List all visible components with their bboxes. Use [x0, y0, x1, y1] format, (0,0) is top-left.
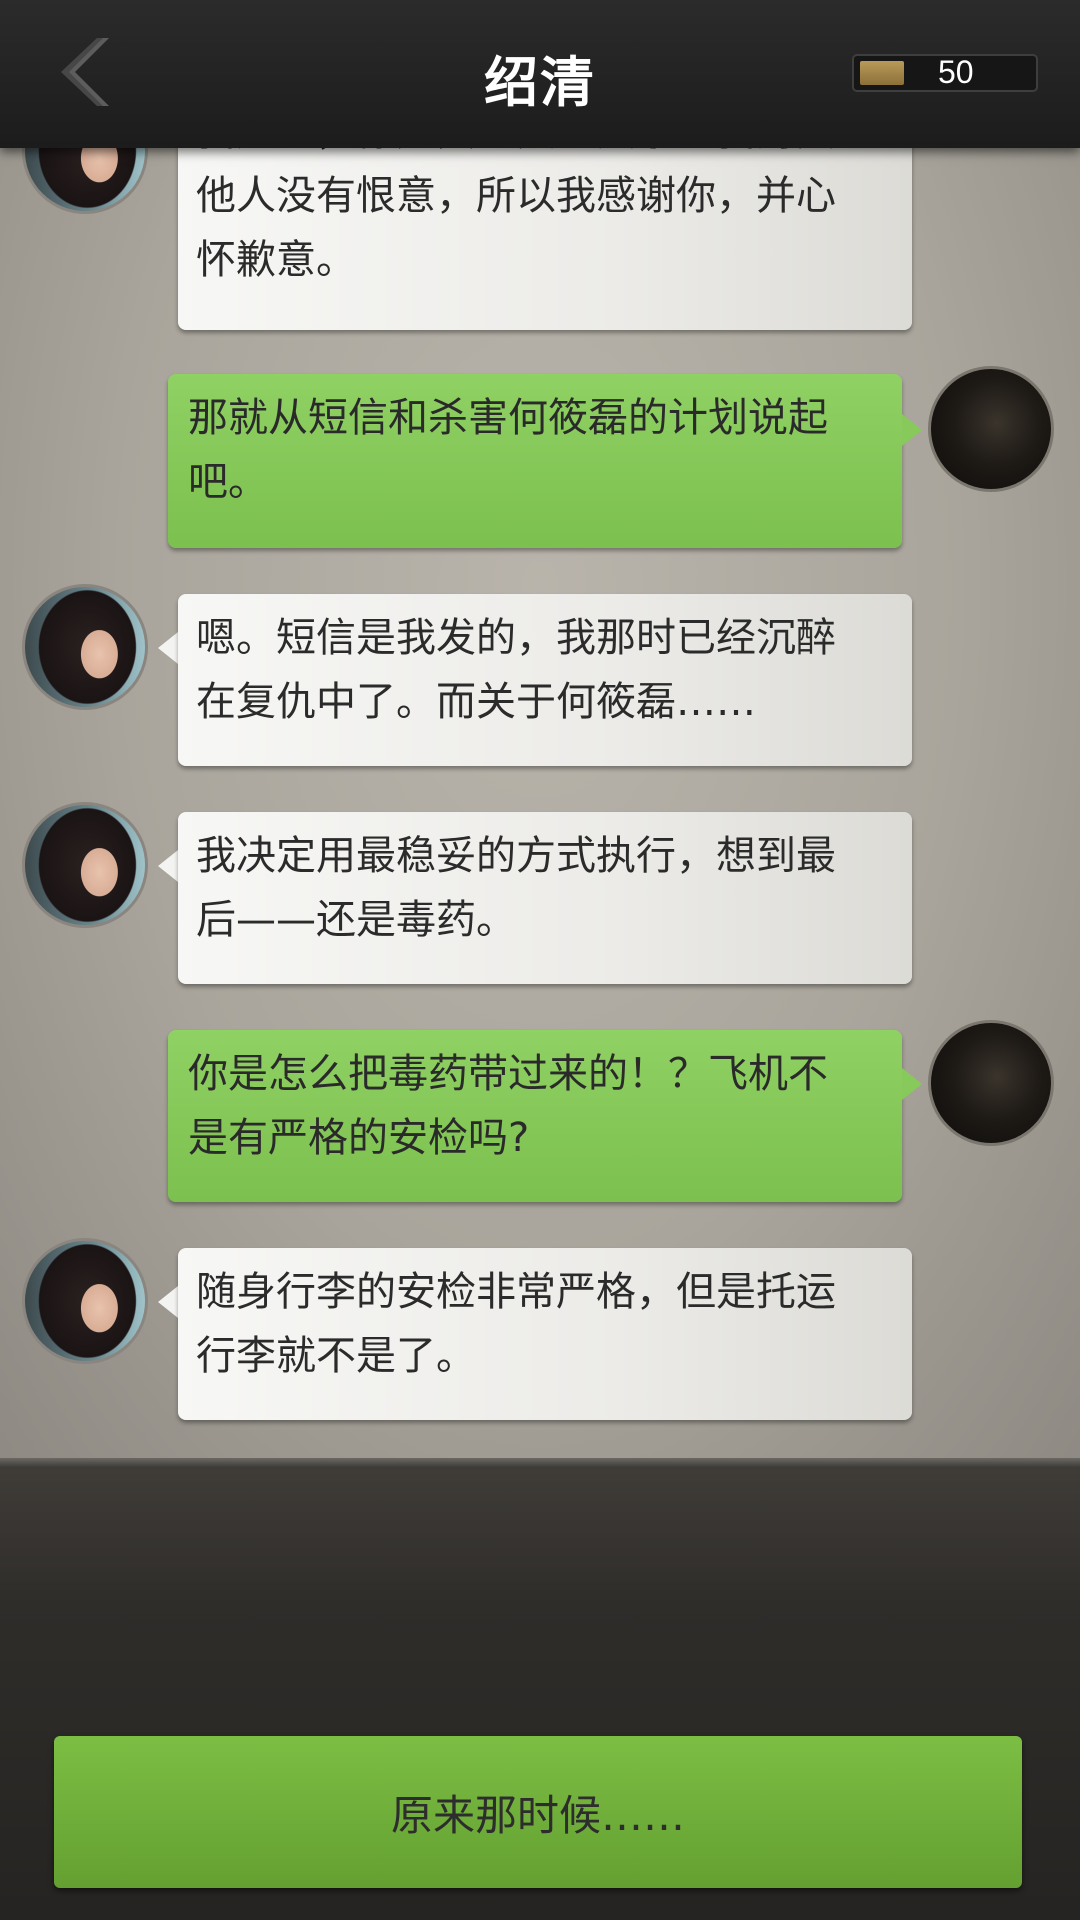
message-line: 我决定用最稳妥的方式执行，想到最 [196, 833, 836, 879]
coin-counter: 50 [852, 54, 1038, 92]
reply-option-button[interactable]: 原来那时候…… [54, 1736, 1022, 1888]
message-line: 后——还是毒药。 [196, 897, 516, 943]
message-line: 嗯。短信是我发的，我那时已经沉醉 [196, 615, 836, 661]
message-line: 那就从短信和杀害何筱磊的计划说起 [188, 395, 828, 441]
message-bubble: 我决定用最稳妥的方式执行，想到最 后——还是毒药。 [178, 812, 912, 984]
bubble-tail [158, 850, 178, 882]
bubble-tail [902, 1068, 922, 1100]
message-line: 随身行李的安检非常严格，但是托运 [196, 1269, 836, 1315]
message-line: 你是怎么把毒药带过来的！？飞机不 [188, 1051, 828, 1097]
coin-count: 50 [938, 54, 974, 90]
message-bubble: 你是怎么把毒药带过来的！？飞机不 是有严格的安检吗? [168, 1030, 902, 1202]
avatar-shaoqing[interactable] [22, 802, 148, 928]
avatar-player[interactable] [928, 366, 1054, 492]
bubble-tail [158, 1286, 178, 1318]
message-line: 吧。 [188, 459, 268, 505]
coin-icon [860, 61, 904, 85]
header-bar: 绍清 50 [0, 0, 1080, 148]
message-bubble: 嗯。短信是我发的，我那时已经沉醉 在复仇中了。而关于何筱磊…… [178, 594, 912, 766]
message-line: 是有严格的安检吗? [188, 1115, 530, 1161]
message-line: 在复仇中了。而关于何筱磊…… [196, 679, 756, 725]
bubble-tail [158, 632, 178, 664]
message-line: 行李就不是了。 [196, 1333, 476, 1379]
avatar-player[interactable] [928, 1020, 1054, 1146]
bubble-tail [902, 414, 922, 446]
avatar-shaoqing[interactable] [22, 1238, 148, 1364]
avatar-shaoqing[interactable] [22, 584, 148, 710]
chat-area: 我知道，你是真的关心大家。我对其 他人没有恨意，所以我感谢你，并心 怀歉意。 那… [0, 0, 1080, 1468]
message-bubble: 那就从短信和杀害何筱磊的计划说起 吧。 [168, 374, 902, 548]
message-bubble: 随身行李的安检非常严格，但是托运 行李就不是了。 [178, 1248, 912, 1420]
message-line: 怀歉意。 [196, 237, 356, 283]
message-line: 他人没有恨意，所以我感谢你，并心 [196, 173, 836, 219]
message-bubble: 我知道，你是真的关心大家。我对其 他人没有恨意，所以我感谢你，并心 怀歉意。 [178, 109, 912, 330]
